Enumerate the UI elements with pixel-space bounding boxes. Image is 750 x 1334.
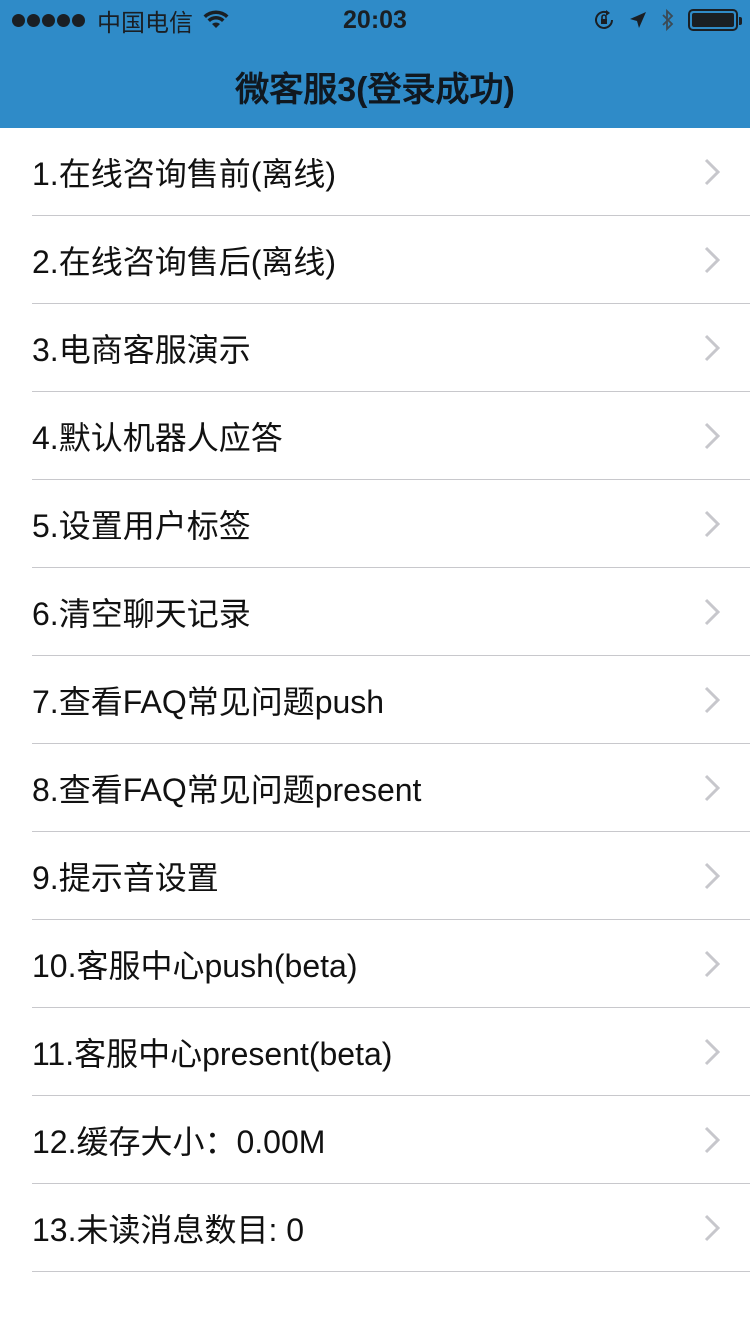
menu-item-unread-count[interactable]: 13.未读消息数目: 0 xyxy=(0,1184,750,1272)
menu-item-label: 9.提示音设置 xyxy=(32,860,219,896)
menu-item-label: 4.默认机器人应答 xyxy=(32,420,283,456)
chevron-right-icon xyxy=(704,862,720,890)
chevron-right-icon xyxy=(704,246,720,274)
chevron-right-icon xyxy=(704,422,720,450)
menu-item-sound-settings[interactable]: 9.提示音设置 xyxy=(0,832,750,920)
chevron-right-icon xyxy=(704,1126,720,1154)
menu-item-user-tags[interactable]: 5.设置用户标签 xyxy=(0,480,750,568)
menu-item-label: 5.设置用户标签 xyxy=(32,508,251,544)
menu-item-label: 1.在线咨询售前(离线) xyxy=(32,156,337,192)
chevron-right-icon xyxy=(704,598,720,626)
orientation-lock-icon xyxy=(592,8,616,32)
menu-item-ecommerce-demo[interactable]: 3.电商客服演示 xyxy=(0,304,750,392)
menu-item-service-center-present[interactable]: 11.客服中心present(beta) xyxy=(0,1008,750,1096)
menu-list: 1.在线咨询售前(离线) 2.在线咨询售后(离线) 3.电商客服演示 4.默认机… xyxy=(0,128,750,1272)
status-bar-right xyxy=(580,6,742,34)
location-arrow-icon xyxy=(628,10,648,30)
chevron-right-icon xyxy=(704,158,720,186)
page-title: 微客服3(登录成功) xyxy=(235,71,515,109)
chevron-right-icon xyxy=(704,1214,720,1242)
menu-item-faq-present[interactable]: 8.查看FAQ常见问题present xyxy=(0,744,750,832)
menu-item-cache-size[interactable]: 12.缓存大小：0.00M xyxy=(0,1096,750,1184)
chevron-right-icon xyxy=(704,510,720,538)
menu-item-label: 10.客服中心push(beta) xyxy=(32,948,358,984)
chevron-right-icon xyxy=(704,1038,720,1066)
menu-item-aftersales-chat[interactable]: 2.在线咨询售后(离线) xyxy=(0,216,750,304)
menu-item-label: 12.缓存大小：0.00M xyxy=(32,1124,326,1160)
menu-item-faq-push[interactable]: 7.查看FAQ常见问题push xyxy=(0,656,750,744)
menu-item-label: 11.客服中心present(beta) xyxy=(32,1036,393,1072)
menu-item-service-center-push[interactable]: 10.客服中心push(beta) xyxy=(0,920,750,1008)
menu-item-label: 13.未读消息数目: 0 xyxy=(32,1212,305,1248)
battery-icon xyxy=(688,9,742,31)
navigation-header: 中国电信 20:03 微客服3(登录成功) xyxy=(0,0,750,128)
menu-item-presales-chat[interactable]: 1.在线咨询售前(离线) xyxy=(0,128,750,216)
menu-item-clear-history[interactable]: 6.清空聊天记录 xyxy=(0,568,750,656)
menu-item-robot-reply[interactable]: 4.默认机器人应答 xyxy=(0,392,750,480)
bluetooth-icon xyxy=(660,8,676,32)
menu-item-label: 8.查看FAQ常见问题present xyxy=(32,772,422,808)
menu-item-label: 2.在线咨询售后(离线) xyxy=(32,244,337,280)
menu-item-label: 6.清空聊天记录 xyxy=(32,596,251,632)
chevron-right-icon xyxy=(704,774,720,802)
chevron-right-icon xyxy=(704,334,720,362)
chevron-right-icon xyxy=(704,686,720,714)
menu-item-label: 3.电商客服演示 xyxy=(32,332,251,368)
menu-item-label: 7.查看FAQ常见问题push xyxy=(32,684,385,720)
chevron-right-icon xyxy=(704,950,720,978)
status-bar: 中国电信 20:03 xyxy=(0,0,750,40)
